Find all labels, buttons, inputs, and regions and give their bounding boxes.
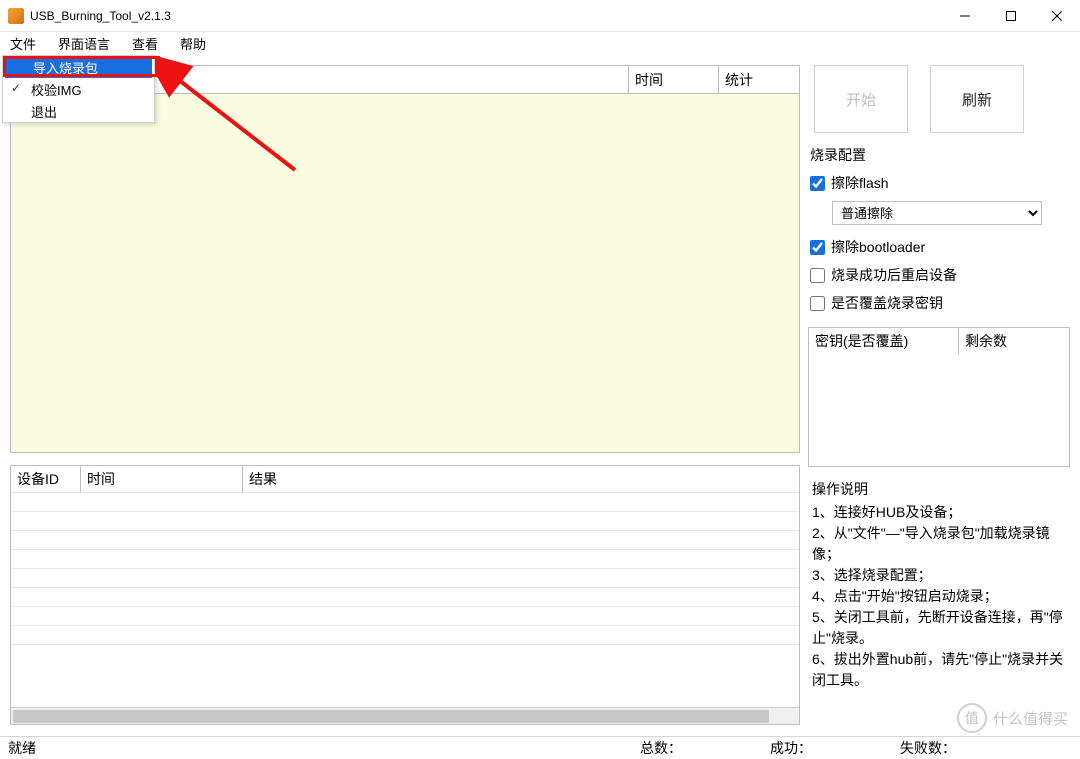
key-table-header-remain[interactable]: 剩余数	[959, 328, 1069, 354]
instruction-line: 5、关闭工具前，先断开设备连接，再"停止"烧录。	[812, 607, 1066, 649]
table-row	[11, 492, 799, 511]
menu-file[interactable]: 文件	[6, 32, 40, 55]
menu-verify-img[interactable]: ✓ 校验IMG	[3, 78, 154, 100]
log-header-result[interactable]: 结果	[243, 466, 799, 492]
table-row	[11, 625, 799, 644]
check-icon: ✓	[11, 81, 21, 95]
menu-exit[interactable]: 退出	[3, 100, 154, 122]
status-total: 总数：	[640, 738, 682, 758]
menu-language[interactable]: 界面语言	[54, 32, 114, 55]
menu-import-package[interactable]: 导入烧录包	[5, 56, 152, 78]
erase-bootloader-label: 擦除bootloader	[831, 237, 925, 257]
table-row	[11, 511, 799, 530]
erase-flash-checkbox[interactable]	[810, 176, 825, 191]
device-status-grid: 时间 统计	[10, 65, 800, 453]
window-title: USB_Burning_Tool_v2.1.3	[30, 9, 171, 23]
upper-header-stat[interactable]: 统计	[719, 66, 799, 93]
burn-config-panel: 烧录配置 擦除flash 普通擦除 擦除bootloader 烧录成功后重启设备	[808, 145, 1070, 315]
reboot-after-row[interactable]: 烧录成功后重启设备	[810, 265, 1068, 285]
key-table-header-key[interactable]: 密钥(是否覆盖)	[809, 328, 959, 354]
reboot-after-label: 烧录成功后重启设备	[831, 265, 957, 285]
instruction-line: 1、连接好HUB及设备；	[812, 502, 1066, 523]
erase-mode-select[interactable]: 普通擦除	[832, 201, 1042, 225]
app-icon	[8, 8, 24, 24]
menu-exit-label: 退出	[31, 102, 57, 121]
instruction-line: 3、选择烧录配置；	[812, 565, 1066, 586]
reboot-after-checkbox[interactable]	[810, 268, 825, 283]
table-row	[11, 606, 799, 625]
window-titlebar: USB_Burning_Tool_v2.1.3	[0, 0, 1080, 32]
refresh-button[interactable]: 刷新	[930, 65, 1024, 133]
log-horizontal-scrollbar[interactable]	[11, 707, 799, 724]
upper-grid-body	[11, 94, 799, 452]
log-grid: 设备ID 时间 结果	[10, 465, 800, 725]
minimize-button[interactable]	[942, 0, 988, 32]
instruction-line: 4、点击"开始"按钮启动烧录；	[812, 586, 1066, 607]
status-fail: 失败数：	[900, 738, 956, 758]
log-body	[11, 492, 799, 707]
table-row	[11, 530, 799, 549]
instruction-line: 2、从"文件"—"导入烧录包"加载烧录镜像；	[812, 523, 1066, 565]
menubar: 文件 界面语言 查看 帮助	[0, 32, 1080, 54]
instructions-panel: 操作说明 1、连接好HUB及设备； 2、从"文件"—"导入烧录包"加载烧录镜像；…	[808, 479, 1070, 691]
statusbar: 就绪 总数： 成功： 失败数：	[0, 736, 1080, 759]
menu-help[interactable]: 帮助	[176, 32, 210, 55]
log-header-time[interactable]: 时间	[81, 466, 243, 492]
burn-config-title: 烧录配置	[810, 145, 1068, 165]
overwrite-key-checkbox[interactable]	[810, 296, 825, 311]
start-button-label: 开始	[846, 89, 876, 110]
refresh-button-label: 刷新	[962, 89, 992, 110]
status-success: 成功：	[770, 738, 812, 758]
overwrite-key-row[interactable]: 是否覆盖烧录密钥	[810, 293, 1068, 313]
erase-bootloader-row[interactable]: 擦除bootloader	[810, 237, 1068, 257]
start-button[interactable]: 开始	[814, 65, 908, 133]
log-header-device-id[interactable]: 设备ID	[11, 466, 81, 492]
erase-bootloader-checkbox[interactable]	[810, 240, 825, 255]
key-table: 密钥(是否覆盖) 剩余数	[808, 327, 1070, 467]
instruction-line: 6、拔出外置hub前，请先"停止"烧录并关闭工具。	[812, 649, 1066, 691]
table-row	[11, 568, 799, 587]
maximize-button[interactable]	[988, 0, 1034, 32]
status-ready: 就绪	[8, 738, 36, 758]
table-row	[11, 549, 799, 568]
menu-view[interactable]: 查看	[128, 32, 162, 55]
menu-import-label: 导入烧录包	[33, 58, 98, 77]
scrollbar-thumb[interactable]	[13, 710, 769, 723]
instructions-title: 操作说明	[812, 479, 1066, 500]
erase-flash-row[interactable]: 擦除flash	[810, 173, 1068, 193]
menu-verify-label: 校验IMG	[31, 80, 82, 99]
erase-flash-label: 擦除flash	[831, 173, 889, 193]
table-row	[11, 644, 799, 663]
table-row	[11, 587, 799, 606]
upper-header-time[interactable]: 时间	[629, 66, 719, 93]
overwrite-key-label: 是否覆盖烧录密钥	[831, 293, 943, 313]
close-button[interactable]	[1034, 0, 1080, 32]
file-menu-dropdown: 导入烧录包 ✓ 校验IMG 退出	[2, 55, 155, 123]
